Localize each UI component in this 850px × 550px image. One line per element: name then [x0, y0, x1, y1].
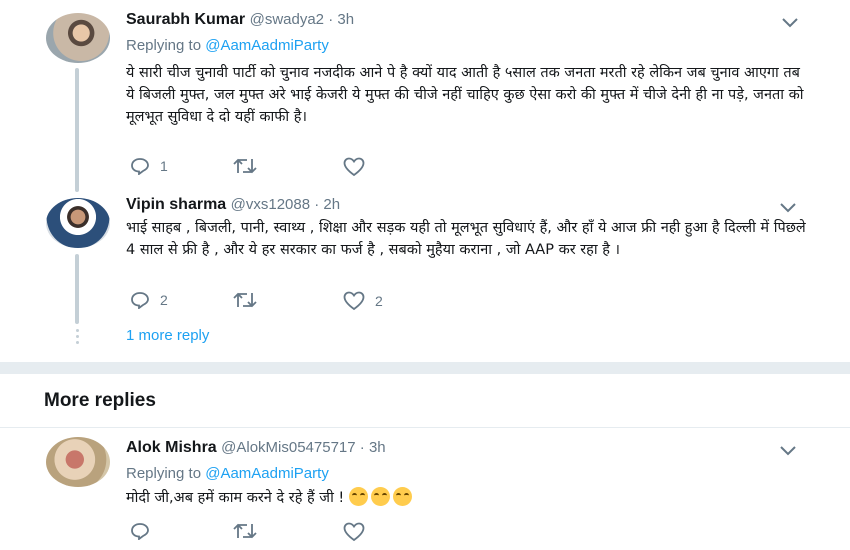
replying-prefix: Replying to — [126, 465, 206, 482]
smiling-face-icon — [392, 487, 412, 506]
heart-icon — [343, 291, 365, 311]
reply-icon — [131, 158, 149, 175]
replying-prefix: Replying to — [126, 37, 206, 54]
reply-icon — [131, 292, 149, 309]
author-name[interactable]: Saurabh Kumar @swadya2 · 3h — [126, 11, 354, 29]
chevron-down-icon[interactable] — [780, 446, 796, 456]
reply-button[interactable]: 1 — [130, 157, 168, 175]
tweet-text: ये सारी चीज चुनावी पार्टी को चुनाव नजदीक… — [126, 65, 804, 125]
author-handle: @vxs12088 · 2h — [230, 196, 341, 213]
like-button[interactable] — [343, 522, 375, 542]
replying-to-link[interactable]: @AamAadmiParty — [205, 37, 329, 54]
smiling-face-icon — [370, 487, 390, 506]
retweet-button[interactable] — [233, 522, 267, 540]
reply-count: 2 — [160, 292, 168, 308]
smiling-face-icon — [348, 487, 368, 506]
section-separator — [0, 362, 850, 374]
author-name[interactable]: Vipin sharma @vxs12088 · 2h — [126, 196, 340, 214]
thread-line — [75, 68, 79, 192]
chevron-down-icon[interactable] — [780, 203, 796, 213]
tweet-text: मोदी जी,अब हमें काम करने दे रहे हैं जी ! — [126, 487, 806, 509]
like-button[interactable]: 2 — [343, 291, 383, 311]
reply-button[interactable] — [130, 522, 160, 540]
author-name-text: Vipin sharma — [126, 196, 227, 213]
more-reply-link[interactable]: 1 more reply — [126, 327, 209, 344]
heart-icon — [343, 157, 365, 177]
author-name-text: Alok Mishra — [126, 439, 217, 456]
replying-to: Replying to @AamAadmiParty — [126, 465, 329, 482]
avatar-alok[interactable] — [46, 437, 110, 487]
heart-icon — [343, 522, 365, 542]
retweet-button[interactable] — [233, 291, 267, 309]
avatar-vipin[interactable] — [46, 198, 110, 248]
more-replies-heading: More replies — [44, 390, 156, 411]
like-button[interactable] — [343, 157, 375, 177]
author-name-text: Saurabh Kumar — [126, 11, 246, 28]
replying-to-link[interactable]: @AamAadmiParty — [205, 465, 329, 482]
thread-dots — [76, 329, 79, 347]
retweet-icon — [233, 292, 257, 308]
author-name[interactable]: Alok Mishra @AlokMis05475717 · 3h — [126, 439, 386, 457]
retweet-icon — [233, 158, 257, 174]
tweet-text: भाई साहब , बिजली, पानी, स्वाथ्य , शिक्षा… — [126, 220, 806, 258]
divider — [0, 427, 850, 428]
author-handle: @AlokMis05475717 · 3h — [221, 439, 386, 456]
thread-line — [75, 254, 79, 324]
chevron-down-icon[interactable] — [782, 18, 798, 28]
like-count: 2 — [375, 293, 383, 309]
retweet-icon — [233, 523, 257, 539]
retweet-button[interactable] — [233, 157, 267, 175]
reply-button[interactable]: 2 — [130, 291, 168, 309]
reply-icon — [131, 523, 149, 540]
replying-to: Replying to @AamAadmiParty — [126, 37, 329, 54]
tweet-text-content: मोदी जी,अब हमें काम करने दे रहे हैं जी ! — [126, 490, 345, 506]
avatar-saurabh[interactable] — [46, 13, 110, 63]
author-handle: @swadya2 · 3h — [249, 11, 355, 28]
reply-count: 1 — [160, 158, 168, 174]
